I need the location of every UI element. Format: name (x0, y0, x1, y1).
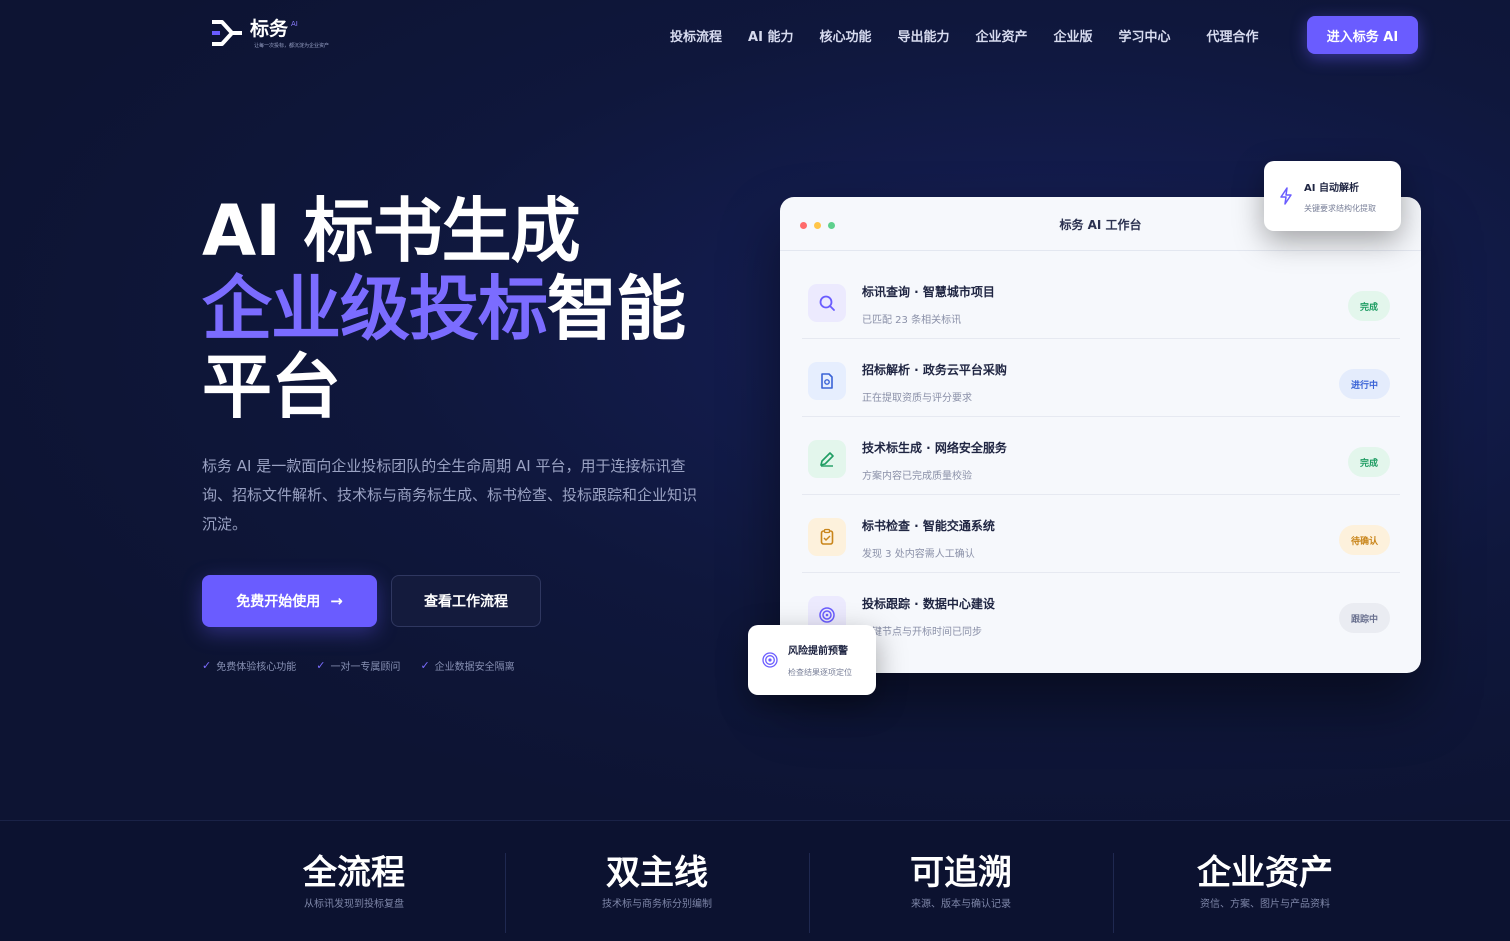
lightning-icon (1278, 187, 1294, 209)
task-title: 标书检查 · 智能交通系统 (862, 519, 995, 533)
hero-title-line-1: AI 标书生成 (202, 190, 581, 272)
task-title: 标讯查询 · 智慧城市项目 (862, 285, 995, 299)
hero-title-line-3: 平台 (202, 346, 341, 428)
hero-title: AI 标书生成 企业级投标智能 平台 (202, 190, 686, 428)
target-icon (762, 652, 778, 672)
task-row[interactable]: 技术标生成 · 网络安全服务 方案内容已完成质量校验 完成 (802, 417, 1400, 495)
task-subtitle: 已匹配 23 条相关标讯 (862, 315, 962, 326)
check-item: ✓ 企业数据安全隔离 (420, 658, 514, 673)
float-card-subtitle: 检查结果逐项定位 (788, 668, 852, 677)
task-title: 技术标生成 · 网络安全服务 (862, 441, 1007, 455)
logo[interactable]: 标务 AI 让每一次投标，都沉淀为企业资产 (210, 18, 329, 49)
task-subtitle: 方案内容已完成质量校验 (862, 471, 972, 482)
start-free-label: 免费开始使用 (236, 594, 321, 610)
hero-description: 标务 AI 是一款面向企业投标团队的全生命周期 AI 平台，用于连接标讯查询、招… (202, 457, 698, 533)
task-subtitle: 关键节点与开标时间已同步 (862, 627, 982, 638)
status-badge: 待确认 (1338, 525, 1390, 555)
nav-link-learning-center[interactable]: 学习中心 (1119, 26, 1171, 45)
task-subtitle: 发现 3 处内容需人工确认 (862, 549, 975, 560)
arrow-right-icon: → (330, 592, 343, 610)
nav-links: 投标流程 AI 能力 核心功能 导出能力 企业资产 企业版 学习中心 代理合作 (670, 26, 1285, 45)
feature-checks: ✓ 免费体验核心功能 ✓ 一对一专属顾问 ✓ 企业数据安全隔离 (202, 658, 535, 673)
start-free-button[interactable]: 免费开始使用 → (202, 575, 377, 627)
enter-app-button[interactable]: 进入标务 AI (1307, 16, 1418, 54)
clipboard-icon (808, 518, 846, 556)
checkmark-icon: ✓ (316, 659, 326, 672)
checkmark-icon: ✓ (202, 659, 212, 672)
hero-title-line-2-rest: 智能 (547, 268, 686, 350)
nav-link-core-features[interactable]: 核心功能 (819, 26, 871, 45)
float-card-title: AI 自动解析 (1304, 183, 1359, 194)
nav-link-ai-capability[interactable]: AI 能力 (748, 26, 793, 45)
hero-title-line-2: 企业级投标智能 (202, 268, 686, 350)
search-icon (808, 284, 846, 322)
task-title: 招标解析 · 政务云平台采购 (862, 363, 1007, 377)
stat-item: 双主线 技术标与商务标分别编制 (505, 853, 809, 910)
nav-link-agent-partnership[interactable]: 代理合作 (1207, 26, 1259, 45)
stat-item: 企业资产 资信、方案、图片与产品资料 (1113, 853, 1417, 910)
checkmark-icon: ✓ (420, 659, 430, 672)
stat-subtitle: 资信、方案、图片与产品资料 (1200, 899, 1330, 910)
float-card-risk-warning: 风险提前预警 检查结果逐项定位 (748, 625, 876, 695)
nav-link-export[interactable]: 导出能力 (897, 26, 949, 45)
logo-ai-badge: AI (291, 20, 298, 28)
float-card-subtitle: 关键要求结构化提取 (1304, 204, 1376, 213)
stat-item: 可追溯 来源、版本与确认记录 (809, 853, 1113, 910)
status-badge: 完成 (1347, 291, 1390, 321)
task-row[interactable]: 招标解析 · 政务云平台采购 正在提取资质与评分要求 进行中 (802, 339, 1400, 417)
workbench-panel: 标务 AI 工作台 标讯查询 · 智慧城市项目 已匹配 23 条相关标讯 完成 … (780, 197, 1421, 673)
stat-subtitle: 技术标与商务标分别编制 (602, 899, 712, 910)
task-subtitle: 正在提取资质与评分要求 (862, 393, 972, 404)
logo-slogan: 让每一次投标，都沉淀为企业资产 (254, 43, 330, 49)
pen-icon (808, 440, 846, 478)
hero-title-accent: 企业级投标 (202, 268, 548, 350)
task-title: 投标跟踪 · 数据中心建设 (862, 597, 995, 611)
check-label: 一对一专属顾问 (330, 662, 401, 673)
stat-subtitle: 从标讯发现到投标复盘 (304, 899, 404, 910)
check-label: 企业数据安全隔离 (434, 662, 515, 673)
top-navigation: 标务 AI 让每一次投标，都沉淀为企业资产 投标流程 AI 能力 核心功能 导出… (0, 0, 1510, 70)
status-badge: 跟踪中 (1338, 603, 1390, 633)
status-badge: 进行中 (1338, 369, 1390, 399)
task-row[interactable]: 投标跟踪 · 数据中心建设 关键节点与开标时间已同步 跟踪中 (802, 573, 1400, 651)
stat-title: 双主线 (606, 853, 708, 893)
stat-item: 全流程 从标讯发现到投标复盘 (202, 853, 506, 910)
check-label: 免费体验核心功能 (216, 662, 297, 673)
nav-link-bid-process[interactable]: 投标流程 (670, 26, 722, 45)
check-item: ✓ 一对一专属顾问 (316, 658, 400, 673)
document-icon (808, 362, 846, 400)
stat-title: 可追溯 (910, 853, 1012, 893)
stat-title: 企业资产 (1197, 853, 1333, 893)
float-card-ai-parsing: AI 自动解析 关键要求结构化提取 (1264, 161, 1401, 231)
logo-name: 标务 (250, 18, 289, 40)
logo-mark-icon (210, 18, 244, 48)
float-card-title: 风险提前预警 (788, 646, 848, 657)
stats-bar: 全流程 从标讯发现到投标复盘 双主线 技术标与商务标分别编制 可追溯 来源、版本… (0, 820, 1510, 941)
stat-title: 全流程 (303, 853, 405, 893)
nav-link-enterprise-assets[interactable]: 企业资产 (975, 26, 1027, 45)
status-badge: 完成 (1347, 447, 1390, 477)
view-workflow-button[interactable]: 查看工作流程 (391, 575, 541, 627)
check-item: ✓ 免费体验核心功能 (202, 658, 296, 673)
task-row[interactable]: 标讯查询 · 智慧城市项目 已匹配 23 条相关标讯 完成 (802, 261, 1400, 339)
stat-subtitle: 来源、版本与确认记录 (911, 899, 1011, 910)
task-row[interactable]: 标书检查 · 智能交通系统 发现 3 处内容需人工确认 待确认 (802, 495, 1400, 573)
nav-link-enterprise-edition[interactable]: 企业版 (1054, 26, 1093, 45)
